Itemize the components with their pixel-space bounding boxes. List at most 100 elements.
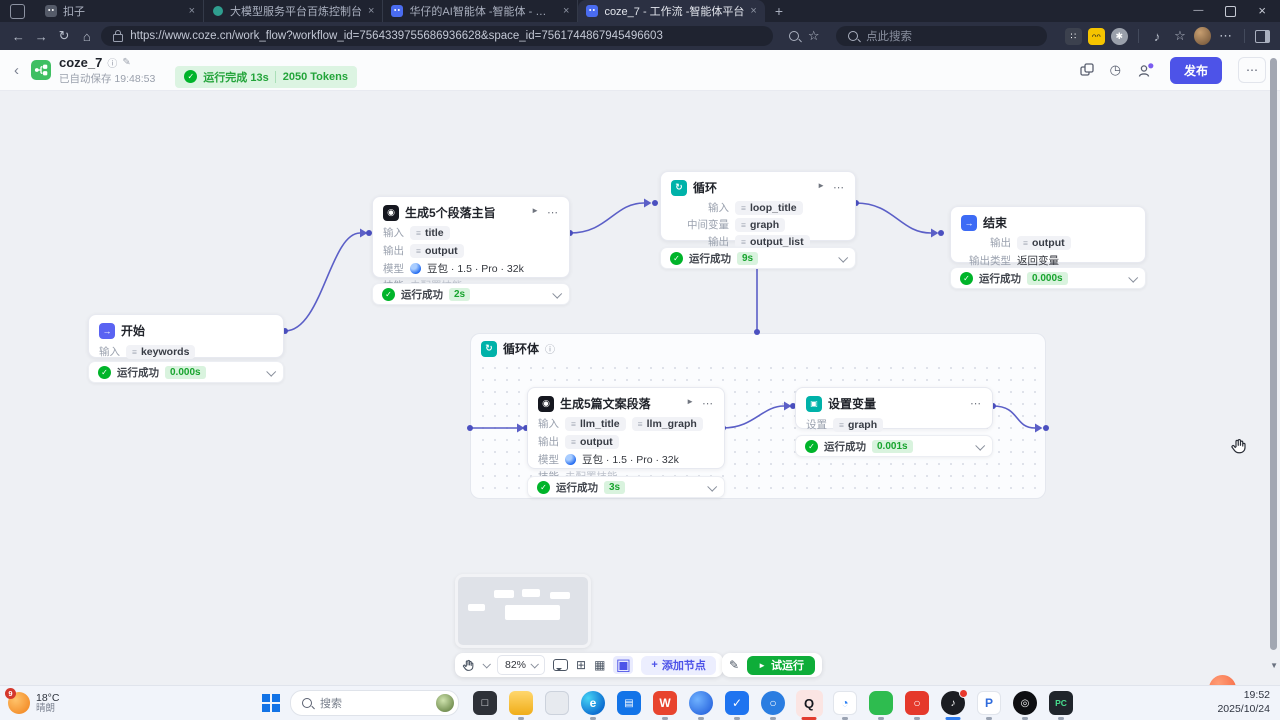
test-run-button[interactable]: ► 试运行 (747, 656, 815, 675)
publish-button[interactable]: 发布 (1170, 57, 1222, 84)
duplicate-icon[interactable] (1080, 63, 1094, 77)
taskbar-app-blue-ring[interactable]: ○ (760, 690, 787, 717)
weather-widget[interactable]: 9 18°C 晴朗 (8, 692, 59, 715)
taskbar-app-black-circle[interactable]: ◎ (1012, 690, 1039, 717)
param-chip[interactable]: ≡output (410, 244, 464, 258)
zoom-level-select[interactable]: 82% (497, 655, 545, 675)
home-icon[interactable]: ⌂ (78, 29, 95, 44)
node-loop[interactable]: ↻ 循环 ►⋯ 输入 ≡loop_title 中间变量 ≡graph 输出 ≡o… (660, 171, 856, 241)
minimap[interactable] (455, 574, 591, 648)
chevron-down-icon[interactable] (838, 252, 848, 262)
taskbar-app-wechat[interactable] (868, 690, 895, 717)
back-icon[interactable]: ← (10, 29, 27, 44)
node-gen-outline-status[interactable]: ✓ 运行成功 2s (372, 283, 570, 305)
site-security-icon[interactable] (113, 34, 123, 42)
favorites-icon[interactable]: ☆ (1172, 28, 1189, 44)
run-node-icon[interactable]: ► (531, 206, 539, 219)
node-more-icon[interactable]: ⋯ (702, 397, 714, 410)
tampermonkey-extension-icon[interactable]: ᴖᴖ (1088, 28, 1105, 45)
taskbar-app-pycharm[interactable]: PC (1048, 690, 1075, 717)
pan-hand-tool[interactable] (462, 659, 475, 672)
snapshot-icon[interactable]: ▦ (594, 658, 605, 672)
add-node-button[interactable]: + 添加节点 (641, 656, 715, 675)
taskbar-app-store[interactable]: ▤ (616, 690, 643, 717)
taskbar-app-wps[interactable]: W (652, 690, 679, 717)
run-node-icon[interactable]: ► (817, 181, 825, 194)
new-tab-button[interactable]: + (775, 3, 783, 19)
param-chip[interactable]: ≡llm_graph (632, 417, 703, 431)
taskbar-search-box[interactable]: 搜索 (290, 690, 459, 716)
comment-tool-icon[interactable] (553, 659, 568, 671)
taskbar-app-red-ring[interactable]: ○ (904, 690, 931, 717)
run-result-badge[interactable]: ✓ 运行完成 13s 2050 Tokens (175, 66, 357, 88)
collaborate-icon[interactable] (1137, 63, 1154, 78)
reload-icon[interactable]: ↻ (56, 28, 73, 44)
bookmark-star-icon[interactable]: ☆ (805, 28, 822, 44)
edit-title-icon[interactable]: ✎ (122, 57, 130, 68)
browser-menu-icon[interactable]: ⋯ (1217, 28, 1234, 44)
minimap-toggle-icon[interactable]: ▣ (613, 656, 633, 674)
browser-tab-bailian[interactable]: 大模型服务平台百炼控制台 × (204, 0, 383, 22)
scrollbar-thumb[interactable] (1270, 58, 1277, 650)
workflow-canvas[interactable]: ↻ 循环体 ⓘ → 开始 输入 ≡keywords ✓ 运行成功 0.000s (0, 91, 1280, 687)
tab-close-icon[interactable]: × (750, 5, 756, 17)
zoom-out-icon[interactable] (789, 31, 799, 41)
param-chip[interactable]: ≡title (410, 226, 450, 240)
taskbar-app-qq[interactable]: Q (796, 690, 823, 717)
run-node-icon[interactable]: ► (686, 397, 694, 410)
node-set-variable[interactable]: ▣ 设置变量 ⋯ 设置 ≡graph (795, 387, 993, 429)
chevron-down-icon[interactable] (975, 440, 985, 450)
chevron-down-icon[interactable] (266, 366, 276, 376)
param-chip[interactable]: ≡loop_title (735, 201, 803, 215)
browser-tab-agent[interactable]: 华仔的AI智能体 -智能体 - 扣子 × (383, 0, 578, 22)
node-set-variable-status[interactable]: ✓ 运行成功 0.001s (795, 435, 993, 457)
music-extension-icon[interactable]: ♪ (1149, 29, 1166, 44)
node-start-status[interactable]: ✓ 运行成功 0.000s (88, 361, 284, 383)
history-clock-icon[interactable]: ◷ (1110, 62, 1121, 78)
taskbar-app-file-explorer[interactable] (508, 690, 535, 717)
node-more-icon[interactable]: ⋯ (547, 206, 559, 219)
node-end[interactable]: → 结束 输出 ≡output 输出类型 返回变量 (950, 206, 1146, 263)
close-button[interactable]: × (1258, 6, 1266, 16)
node-more-icon[interactable]: ⋯ (833, 181, 845, 194)
start-button[interactable] (262, 694, 280, 712)
browser-tab-coze-home[interactable]: 扣子 × (37, 0, 204, 22)
param-chip[interactable]: ≡graph (735, 218, 785, 232)
maximize-button[interactable] (1225, 6, 1236, 17)
taskbar-app-remote-desktop[interactable] (544, 690, 571, 717)
address-bar[interactable]: https://www.coze.cn/work_flow?workflow_i… (101, 26, 773, 46)
node-more-icon[interactable]: ⋯ (970, 397, 982, 410)
param-chip[interactable]: ≡graph (833, 418, 883, 432)
scrollbar-down-arrow[interactable]: ▼ (1270, 661, 1278, 670)
chevron-down-icon[interactable] (1128, 272, 1138, 282)
pan-tool-chevron-icon[interactable] (482, 660, 490, 668)
param-chip[interactable]: ≡output (565, 435, 619, 449)
chevron-down-icon[interactable] (707, 481, 717, 491)
taskbar-app-p-blue[interactable]: P (976, 690, 1003, 717)
taskbar-app-edge[interactable]: e (580, 690, 607, 717)
chevron-down-icon[interactable] (552, 288, 562, 298)
tab-close-icon[interactable]: × (368, 5, 374, 17)
info-icon[interactable]: ⓘ (107, 55, 117, 70)
taskbar-app-browser-ai[interactable] (688, 690, 715, 717)
edit-pencil-icon[interactable]: ✎ (729, 658, 739, 672)
param-chip[interactable]: ≡keywords (126, 345, 195, 359)
node-end-status[interactable]: ✓ 运行成功 0.000s (950, 267, 1146, 289)
taskbar-clock[interactable]: 19:52 2025/10/24 (1217, 689, 1270, 716)
page-scrollbar[interactable]: ▼ (1270, 55, 1278, 670)
profile-avatar[interactable] (1194, 27, 1211, 45)
extension-gear-icon[interactable]: ✱ (1111, 28, 1128, 45)
node-start[interactable]: → 开始 输入 ≡keywords (88, 314, 284, 358)
param-chip[interactable]: ≡llm_title (565, 417, 626, 431)
taskbar-app-dark-music[interactable]: ♪ (940, 690, 967, 717)
browser-tab-workflow-active[interactable]: coze_7 - 工作流 -智能体平台 × (578, 0, 764, 22)
taskbar-app-blue-check[interactable]: ✓ (724, 690, 751, 717)
auto-layout-icon[interactable]: ⊞ (576, 658, 586, 672)
adblock-extension-icon[interactable]: ∷ (1065, 28, 1082, 45)
node-loop-status[interactable]: ✓ 运行成功 9s (660, 247, 856, 269)
sidebar-toggle-icon[interactable] (1255, 30, 1270, 43)
param-chip[interactable]: ≡output (1017, 236, 1071, 250)
node-gen-paragraphs-status[interactable]: ✓ 运行成功 3s (527, 476, 725, 498)
taskbar-app-baidu-netdisk[interactable]: ◔ (832, 690, 859, 717)
node-gen-paragraphs[interactable]: ◉ 生成5篇文案段落 ►⋯ 输入 ≡llm_title ≡llm_graph 输… (527, 387, 725, 469)
